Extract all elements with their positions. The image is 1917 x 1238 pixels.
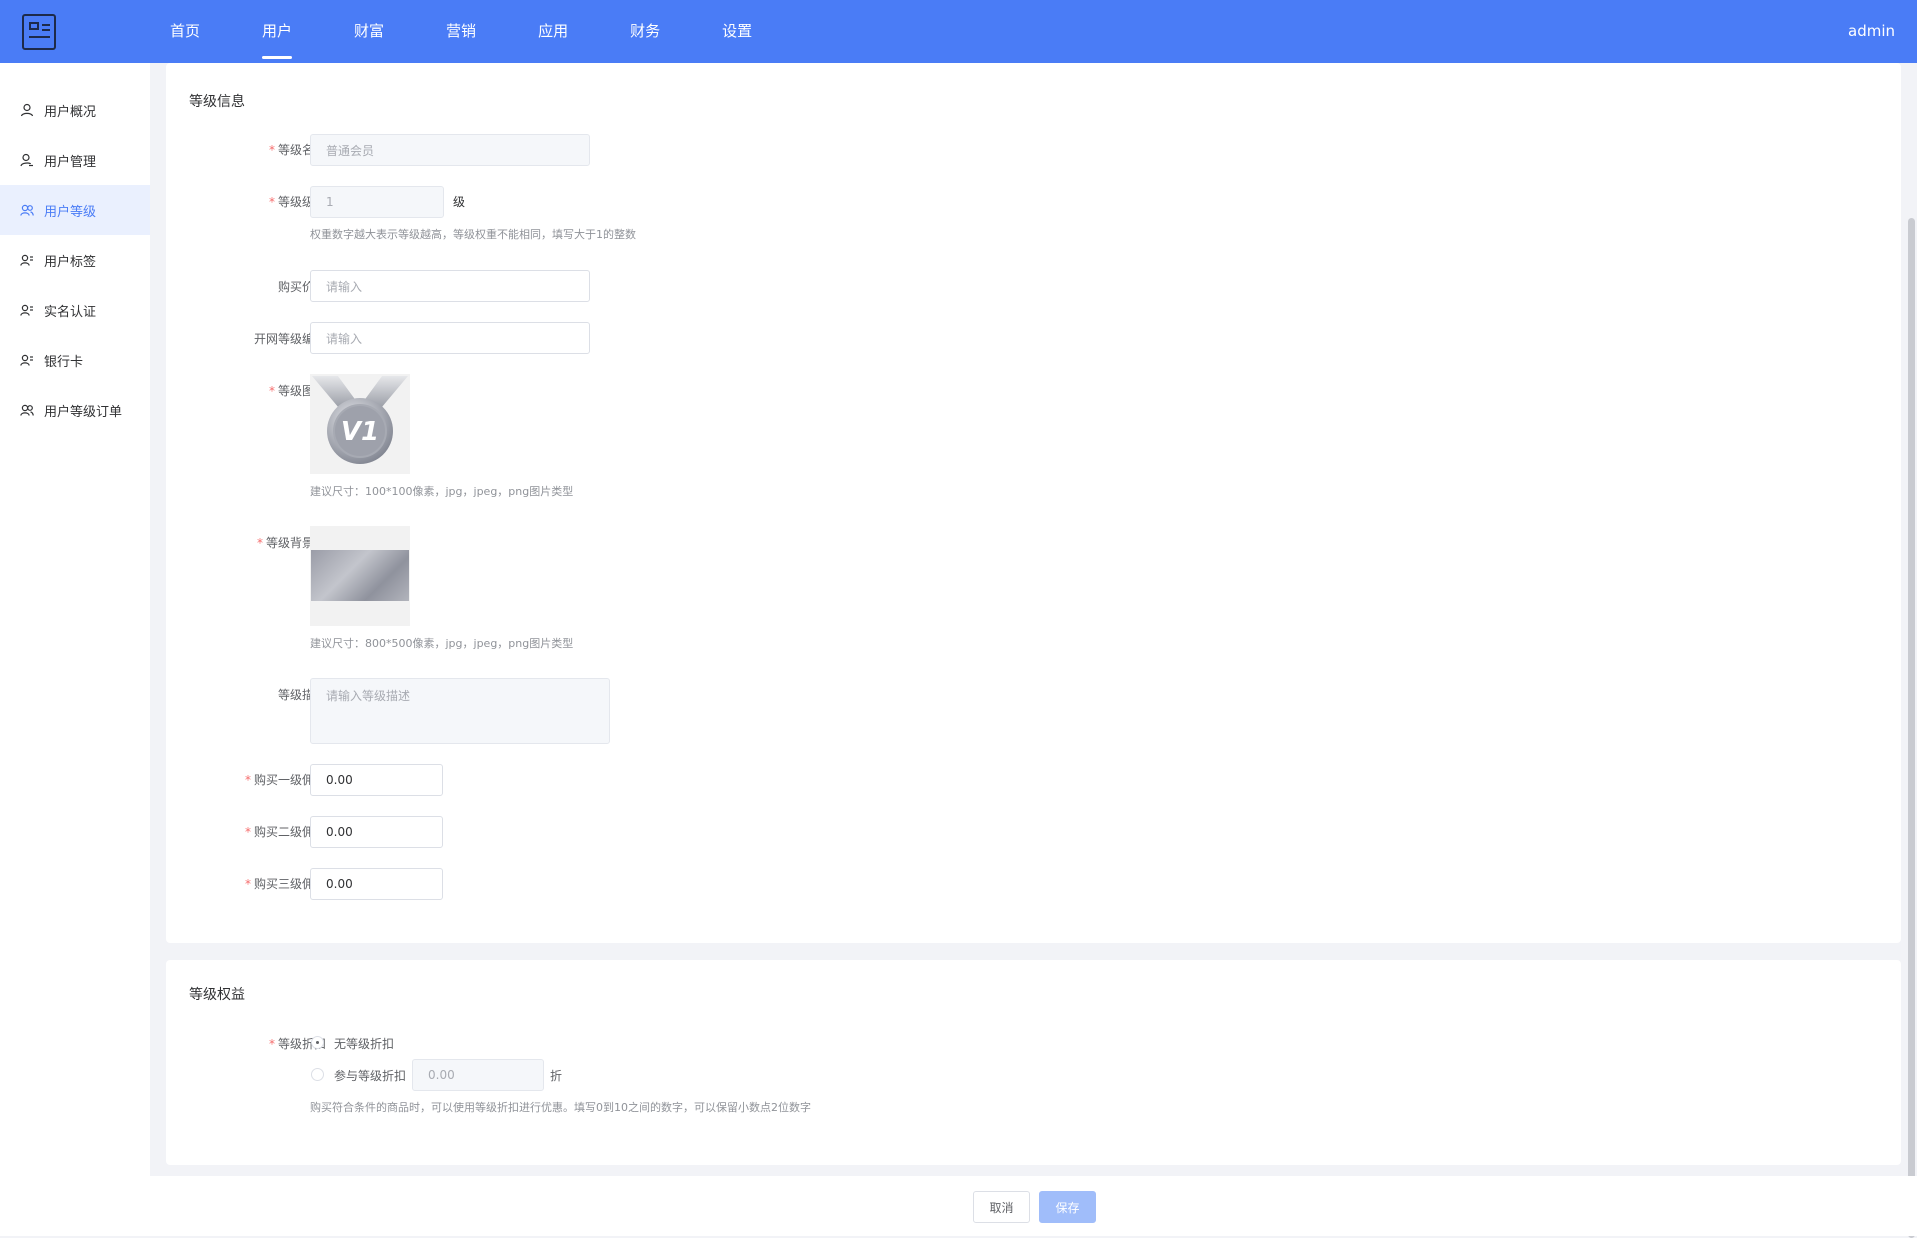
sidebar-item-label: 用户概况: [44, 104, 97, 120]
svg-text:V1: V1: [341, 417, 379, 447]
level-description-textarea[interactable]: 请输入等级描述: [310, 678, 610, 744]
sidebar-item-user-management[interactable]: 用户管理: [0, 135, 150, 185]
nav-settings[interactable]: 设置: [714, 0, 760, 63]
sidebar-item-label: 实名认证: [44, 304, 97, 320]
top-navbar: 首页 用户 财富 营销 应用 财务 设置 admin: [0, 0, 1917, 63]
radio-no-discount[interactable]: [311, 1036, 324, 1049]
nav-home[interactable]: 首页: [162, 0, 208, 63]
user-icon: [20, 103, 34, 117]
sidebar-item-user-overview[interactable]: 用户概况: [0, 85, 150, 135]
sidebar-item-level-orders[interactable]: 用户等级订单: [0, 385, 150, 435]
sidebar-item-user-level[interactable]: 用户等级: [0, 185, 150, 235]
radio-label: 参与等级折扣: [334, 1069, 407, 1083]
level-rank-input[interactable]: 1: [310, 186, 444, 218]
discount-unit: 折: [550, 1069, 563, 1083]
field-label: * 等级级别: [268, 195, 326, 209]
background-hint: 建议尺寸：800*500像素，jpg，jpeg，png图片类型: [310, 637, 574, 650]
level-name-input[interactable]: 普通会员: [310, 134, 590, 166]
medal-icon: V1: [312, 376, 408, 464]
field-label: 开网等级编号: [253, 332, 326, 346]
background-preview-image: [311, 550, 409, 601]
field-label: * 等级折扣: [268, 1037, 326, 1051]
commission-level3-input[interactable]: 0.00: [310, 868, 443, 900]
commission-level2-input[interactable]: 0.00: [310, 816, 443, 848]
field-label: * 购买二级佣金: [244, 825, 326, 839]
scrollbar-track[interactable]: [1905, 63, 1917, 1238]
main-nav: 首页 用户 财富 营销 应用 财务 设置: [162, 0, 806, 63]
sidebar: 用户概况 用户管理 用户等级 用户标签 实名认证 银行卡 用户等级订单: [0, 63, 150, 1236]
level-code-input[interactable]: 请输入: [310, 322, 590, 354]
radio-join-discount[interactable]: [311, 1068, 324, 1081]
user-tag-icon: [20, 253, 34, 267]
field-label: * 购买三级佣金: [244, 877, 326, 891]
level-info-card: 等级信息 * 等级名称 普通会员 * 等级级别 1 级 权重数字越大表示等级越高，等…: [166, 63, 1901, 943]
form-footer: 取消 保存: [150, 1176, 1917, 1236]
level-unit: 级: [453, 195, 466, 209]
level-icon-upload[interactable]: V1: [310, 374, 410, 474]
nav-apps[interactable]: 应用: [530, 0, 576, 63]
price-input[interactable]: 请输入: [310, 270, 590, 302]
field-label: * 等级名称: [268, 143, 326, 157]
users-group-icon: [20, 203, 34, 217]
sidebar-item-label: 用户标签: [44, 254, 97, 270]
users-group-icon: [20, 403, 34, 417]
nav-finance[interactable]: 财务: [622, 0, 668, 63]
icon-hint: 建议尺寸：100*100像素，jpg，jpeg，png图片类型: [310, 485, 574, 498]
field-label: 等级描述: [277, 688, 326, 702]
field-label: 购买价格: [277, 280, 326, 294]
level-background-upload[interactable]: [310, 526, 410, 626]
discount-input[interactable]: 0.00: [412, 1059, 544, 1091]
nav-marketing[interactable]: 营销: [438, 0, 484, 63]
sidebar-item-label: 银行卡: [44, 354, 84, 370]
field-label: * 等级图标: [268, 384, 326, 398]
cancel-button[interactable]: 取消: [973, 1191, 1030, 1223]
user-manage-icon: [20, 153, 34, 167]
sidebar-item-label: 用户等级: [44, 204, 97, 220]
level-hint: 权重数字越大表示等级越高，等级权重不能相同，填写大于1的整数: [310, 228, 636, 241]
save-button[interactable]: 保存: [1039, 1191, 1096, 1223]
level-rights-card: 等级权益 * 等级折扣 无等级折扣 参与等级折扣 0.00 折 购买符合条件的商品…: [166, 960, 1901, 1165]
radio-label: 无等级折扣: [334, 1037, 395, 1051]
user-verify-icon: [20, 303, 34, 317]
section-title: 等级信息: [189, 94, 245, 110]
nav-users[interactable]: 用户: [254, 0, 300, 63]
sidebar-item-user-tags[interactable]: 用户标签: [0, 235, 150, 285]
nav-wealth[interactable]: 财富: [346, 0, 392, 63]
user-menu[interactable]: admin: [1848, 0, 1895, 63]
field-label: * 等级背景图: [256, 536, 326, 550]
app-logo-icon[interactable]: [22, 14, 56, 50]
scrollbar-thumb[interactable]: [1908, 218, 1915, 1238]
sidebar-item-bank-card[interactable]: 银行卡: [0, 335, 150, 385]
sidebar-item-label: 用户等级订单: [44, 404, 123, 420]
commission-level1-input[interactable]: 0.00: [310, 764, 443, 796]
user-card-icon: [20, 353, 34, 367]
section-title: 等级权益: [189, 987, 245, 1003]
sidebar-item-real-name[interactable]: 实名认证: [0, 285, 150, 335]
field-label: * 购买一级佣金: [244, 773, 326, 787]
discount-hint: 购买符合条件的商品时，可以使用等级折扣进行优惠。填写0到10之间的数字，可以保留…: [310, 1101, 811, 1114]
sidebar-item-label: 用户管理: [44, 154, 97, 170]
